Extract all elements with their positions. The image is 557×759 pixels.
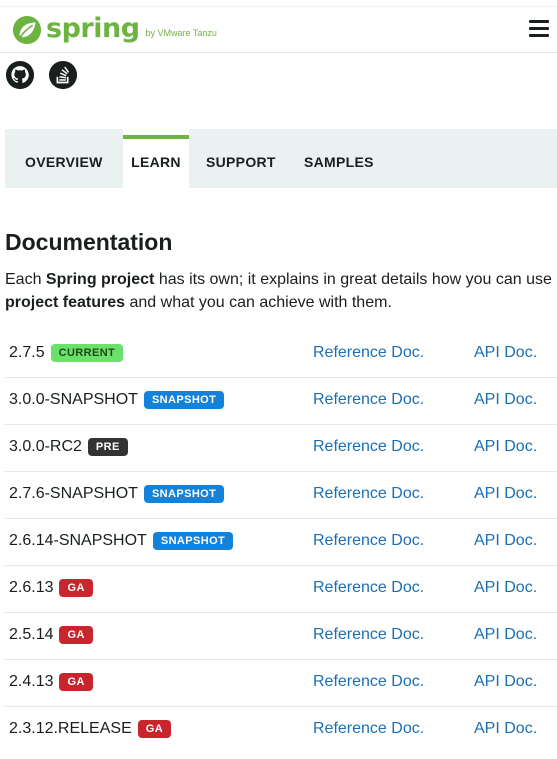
release-version: 2.3.12.RELEASE	[9, 720, 132, 737]
tab-overview-label: OVERVIEW	[25, 153, 103, 170]
release-version-cell: 2.6.13 GA	[9, 579, 93, 597]
release-row: 2.4.13 GA Reference Doc. API Doc.	[5, 660, 557, 707]
reference-doc-link[interactable]: Reference Doc.	[313, 391, 424, 409]
desc-text-1: Each	[5, 271, 46, 288]
reference-doc-link[interactable]: Reference Doc.	[313, 673, 424, 691]
documentation-description: Each Spring project has its own; it expl…	[5, 268, 553, 314]
logo-wordmark: spring	[46, 12, 140, 44]
release-version: 2.7.5	[9, 344, 45, 361]
spring-logo[interactable]: spring by VMware Tanzu	[12, 12, 217, 46]
tab-support[interactable]: SUPPORT	[189, 129, 286, 188]
api-doc-link[interactable]: API Doc.	[474, 626, 537, 644]
logo-byline: by VMware Tanzu	[145, 28, 217, 38]
tab-overview[interactable]: OVERVIEW	[5, 129, 123, 188]
release-version-cell: 3.0.0-RC2 PRE	[9, 438, 128, 456]
release-version-cell: 2.6.14-SNAPSHOT SNAPSHOT	[9, 532, 234, 550]
release-version-cell: 2.4.13 GA	[9, 673, 93, 691]
release-row: 2.7.6-SNAPSHOT SNAPSHOT Reference Doc. API …	[5, 472, 557, 519]
api-doc-link[interactable]: API Doc.	[474, 532, 537, 550]
tab-learn-label: LEARN	[131, 153, 181, 170]
tab-learn[interactable]: LEARN	[123, 129, 189, 188]
api-doc-link[interactable]: API Doc.	[474, 673, 537, 691]
release-version: 2.5.14	[9, 626, 54, 643]
reference-doc-link[interactable]: Reference Doc.	[313, 532, 424, 550]
api-doc-link[interactable]: API Doc.	[474, 485, 537, 503]
reference-doc-link[interactable]: Reference Doc.	[313, 438, 424, 456]
release-version-cell: 2.7.6-SNAPSHOT SNAPSHOT	[9, 485, 225, 503]
release-version: 2.6.14-SNAPSHOT	[9, 532, 147, 549]
release-row: 2.7.5 CURRENT Reference Doc. API Doc.	[5, 331, 557, 378]
release-row: 3.0.0-RC2 PRE Reference Doc. API Doc.	[5, 425, 557, 472]
hamburger-icon[interactable]	[529, 20, 549, 37]
desc-bold-2: project features	[5, 294, 126, 311]
api-doc-link[interactable]: API Doc.	[474, 720, 537, 738]
release-list: 2.7.5 CURRENT Reference Doc. API Doc. 3.0.0-…	[5, 331, 557, 753]
release-status-badge: SNAPSHOT	[152, 532, 234, 550]
api-doc-link[interactable]: API Doc.	[474, 438, 537, 456]
api-doc-link[interactable]: API Doc.	[474, 344, 537, 362]
release-status-badge: PRE	[87, 438, 128, 456]
release-version-cell: 2.7.5 CURRENT	[9, 344, 124, 362]
desc-text-3: and what you can achieve with them.	[125, 294, 392, 311]
github-icon[interactable]	[5, 60, 35, 90]
release-status-badge: SNAPSHOT	[143, 391, 225, 409]
release-status-badge: GA	[59, 673, 93, 691]
release-status-badge: GA	[59, 579, 93, 597]
spring-leaf-icon	[12, 15, 42, 45]
tab-samples[interactable]: SAMPLES	[286, 129, 374, 188]
browser-top-edge	[0, 0, 557, 7]
reference-doc-link[interactable]: Reference Doc.	[313, 344, 424, 362]
release-row: 3.0.0-SNAPSHOT SNAPSHOT Reference Doc. API …	[5, 378, 557, 425]
reference-doc-link[interactable]: Reference Doc.	[313, 485, 424, 503]
social-links	[5, 60, 78, 90]
release-status-badge: SNAPSHOT	[143, 485, 225, 503]
release-version: 3.0.0-SNAPSHOT	[9, 391, 138, 408]
reference-doc-link[interactable]: Reference Doc.	[313, 579, 424, 597]
page-title: Documentation	[5, 229, 173, 255]
release-row: 2.3.12.RELEASE GA Reference Doc. API Doc.	[5, 707, 557, 753]
reference-doc-link[interactable]: Reference Doc.	[313, 720, 424, 738]
release-version-cell: 3.0.0-SNAPSHOT SNAPSHOT	[9, 391, 225, 409]
reference-doc-link[interactable]: Reference Doc.	[313, 626, 424, 644]
release-status-badge: GA	[137, 720, 172, 738]
site-header: spring by VMware Tanzu	[0, 7, 557, 53]
release-status-badge: GA	[59, 626, 93, 644]
release-row: 2.6.14-SNAPSHOT SNAPSHOT Reference Doc. API…	[5, 519, 557, 566]
release-row: 2.5.14 GA Reference Doc. API Doc.	[5, 613, 557, 660]
api-doc-link[interactable]: API Doc.	[474, 391, 537, 409]
release-version: 2.6.13	[9, 579, 54, 596]
release-version: 2.7.6-SNAPSHOT	[9, 485, 138, 502]
release-version-cell: 2.5.14 GA	[9, 626, 93, 644]
project-tabs: OVERVIEW LEARN SUPPORT SAMPLES	[5, 129, 557, 188]
desc-text-2: has its own; it explains in great detail…	[154, 271, 552, 288]
tab-support-label: SUPPORT	[206, 153, 276, 170]
release-version: 2.4.13	[9, 673, 54, 690]
desc-bold-1: Spring project	[45, 271, 155, 288]
release-version-cell: 2.3.12.RELEASE GA	[9, 720, 172, 738]
release-status-badge: CURRENT	[50, 344, 124, 362]
release-version: 3.0.0-RC2	[9, 438, 82, 455]
stackoverflow-icon[interactable]	[48, 60, 78, 90]
release-row: 2.6.13 GA Reference Doc. API Doc.	[5, 566, 557, 613]
api-doc-link[interactable]: API Doc.	[474, 579, 537, 597]
tab-samples-label: SAMPLES	[304, 153, 374, 170]
